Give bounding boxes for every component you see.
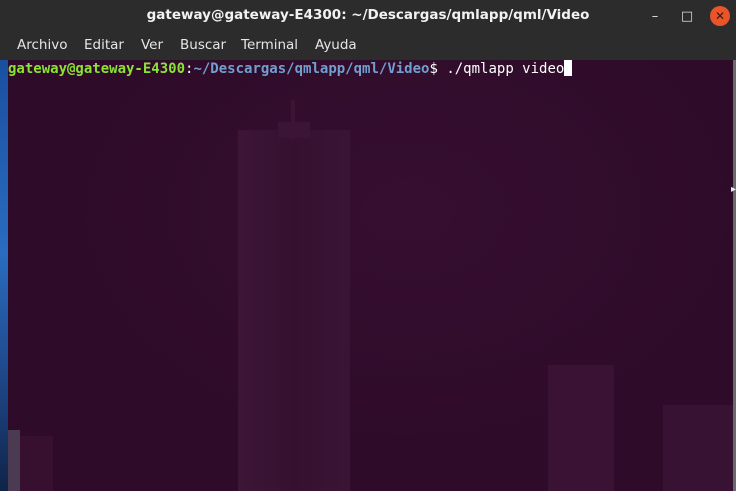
prompt-symbol: $: [429, 61, 447, 77]
prompt-user: gateway@gateway-E4300: [8, 61, 186, 77]
menu-buscar[interactable]: Buscar: [180, 37, 226, 53]
wallpaper-building: [548, 365, 614, 491]
menu-archivo[interactable]: Archivo: [17, 37, 67, 53]
command-text: ./qmlapp video: [446, 61, 565, 77]
prompt-line: gateway@gateway-E4300:~/Descargas/qmlapp…: [8, 60, 573, 78]
prompt-path: ~/Descargas/qmlapp/qml/Video: [193, 61, 430, 77]
terminal-output[interactable]: gateway@gateway-E4300:~/Descargas/qmlapp…: [8, 60, 733, 491]
minimize-icon: –: [651, 8, 659, 24]
title-bar[interactable]: gateway@gateway-E4300: ~/Descargas/qmlap…: [0, 0, 736, 31]
terminal-window: gateway@gateway-E4300: ~/Descargas/qmlap…: [0, 0, 736, 491]
wallpaper-building: [663, 405, 733, 491]
chevron-right-icon[interactable]: ▸: [731, 184, 736, 195]
wallpaper-tower: [238, 130, 350, 491]
menu-bar: Archivo Editar Ver Buscar Terminal Ayuda: [0, 31, 736, 60]
window-title: gateway@gateway-E4300: ~/Descargas/qmlap…: [146, 7, 590, 23]
wallpaper-spire: [291, 100, 295, 140]
menu-ver[interactable]: Ver: [141, 37, 163, 53]
menu-ayuda[interactable]: Ayuda: [315, 37, 357, 53]
wallpaper-building: [8, 430, 20, 491]
menu-terminal[interactable]: Terminal: [241, 37, 298, 53]
minimize-button[interactable]: –: [645, 6, 665, 26]
close-icon: ✕: [714, 9, 726, 23]
menu-editar[interactable]: Editar: [84, 37, 124, 53]
text-cursor: [564, 60, 573, 76]
close-button[interactable]: ✕: [710, 6, 730, 26]
maximize-button[interactable]: □: [677, 6, 697, 26]
maximize-icon: □: [680, 8, 694, 24]
